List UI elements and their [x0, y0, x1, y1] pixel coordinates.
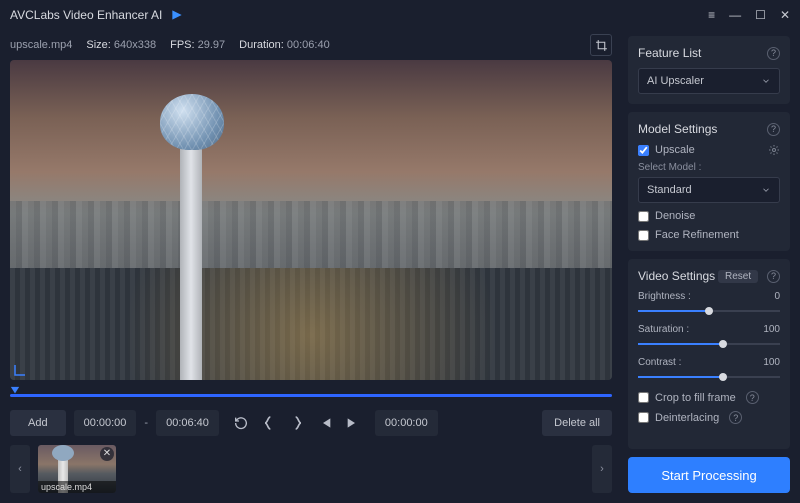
close-icon[interactable]: ✕: [780, 9, 790, 21]
crop-button[interactable]: [590, 34, 612, 56]
chevron-down-icon: [761, 185, 771, 195]
feature-list-panel: Feature List ? AI Upscaler: [628, 36, 790, 104]
video-info-bar: upscale.mp4 Size: 640x338 FPS: 29.97 Dur…: [10, 34, 612, 56]
trim-end[interactable]: 00:06:40: [156, 410, 219, 436]
feature-list-title: Feature List: [638, 46, 701, 60]
delete-all-button[interactable]: Delete all: [542, 410, 612, 436]
trim-start[interactable]: 00:00:00: [74, 410, 137, 436]
clip-strip: ‹ ✕ upscale.mp4 ›: [10, 445, 612, 493]
clip-thumbnail[interactable]: ✕ upscale.mp4: [38, 445, 116, 493]
model-settings-title: Model Settings: [638, 122, 717, 136]
undo-icon[interactable]: [233, 415, 249, 431]
maximize-icon[interactable]: ☐: [755, 9, 766, 21]
add-button[interactable]: Add: [10, 410, 66, 436]
crop-icon: [595, 39, 608, 52]
timeline[interactable]: [10, 386, 612, 403]
saturation-slider[interactable]: [638, 337, 780, 351]
denoise-checkbox[interactable]: [638, 211, 649, 222]
brightness-slider[interactable]: [638, 304, 780, 318]
titlebar: AVCLabs Video Enhancer AI ≡ — ☐ ✕: [0, 0, 800, 30]
help-icon[interactable]: ?: [729, 411, 742, 424]
help-icon[interactable]: ?: [767, 47, 780, 60]
skip-back-icon[interactable]: [317, 415, 333, 431]
clips-prev-button[interactable]: ‹: [10, 445, 30, 493]
video-settings-title: Video Settings: [638, 269, 715, 283]
file-name: upscale.mp4: [10, 39, 72, 51]
crop-fill-checkbox[interactable]: [638, 392, 649, 403]
scale-icon: [14, 364, 26, 376]
help-icon[interactable]: ?: [767, 123, 780, 136]
minimize-icon[interactable]: —: [729, 9, 741, 21]
bracket-right-icon[interactable]: [289, 415, 305, 431]
face-refinement-checkbox[interactable]: [638, 230, 649, 241]
reset-button[interactable]: Reset: [718, 270, 758, 283]
chevron-down-icon: [761, 76, 771, 86]
bracket-left-icon[interactable]: [261, 415, 277, 431]
upscale-checkbox[interactable]: [638, 145, 649, 156]
trim-separator: -: [144, 417, 148, 429]
menu-icon[interactable]: ≡: [708, 9, 715, 21]
clip-remove-icon[interactable]: ✕: [100, 447, 114, 461]
clip-label: upscale.mp4: [38, 481, 116, 493]
app-title: AVCLabs Video Enhancer AI: [10, 8, 162, 22]
current-time: 00:00:00: [375, 410, 438, 436]
model-select[interactable]: Standard: [638, 177, 780, 203]
app-logo-icon: [170, 8, 184, 22]
gear-icon[interactable]: [768, 144, 780, 156]
playback-controls: Add 00:00:00 - 00:06:40 00:00:00 Delete …: [10, 409, 612, 436]
start-processing-button[interactable]: Start Processing: [628, 457, 790, 493]
skip-forward-icon[interactable]: [345, 415, 361, 431]
video-settings-panel: Video Settings Reset ? Brightness :0 Sat…: [628, 259, 790, 449]
help-icon[interactable]: ?: [746, 391, 759, 404]
clips-next-button[interactable]: ›: [592, 445, 612, 493]
video-preview[interactable]: [10, 60, 612, 380]
deinterlace-checkbox[interactable]: [638, 412, 649, 423]
model-settings-panel: Model Settings ? Upscale Select Model : …: [628, 112, 790, 251]
help-icon[interactable]: ?: [767, 270, 780, 283]
feature-select[interactable]: AI Upscaler: [638, 68, 780, 94]
contrast-slider[interactable]: [638, 370, 780, 384]
